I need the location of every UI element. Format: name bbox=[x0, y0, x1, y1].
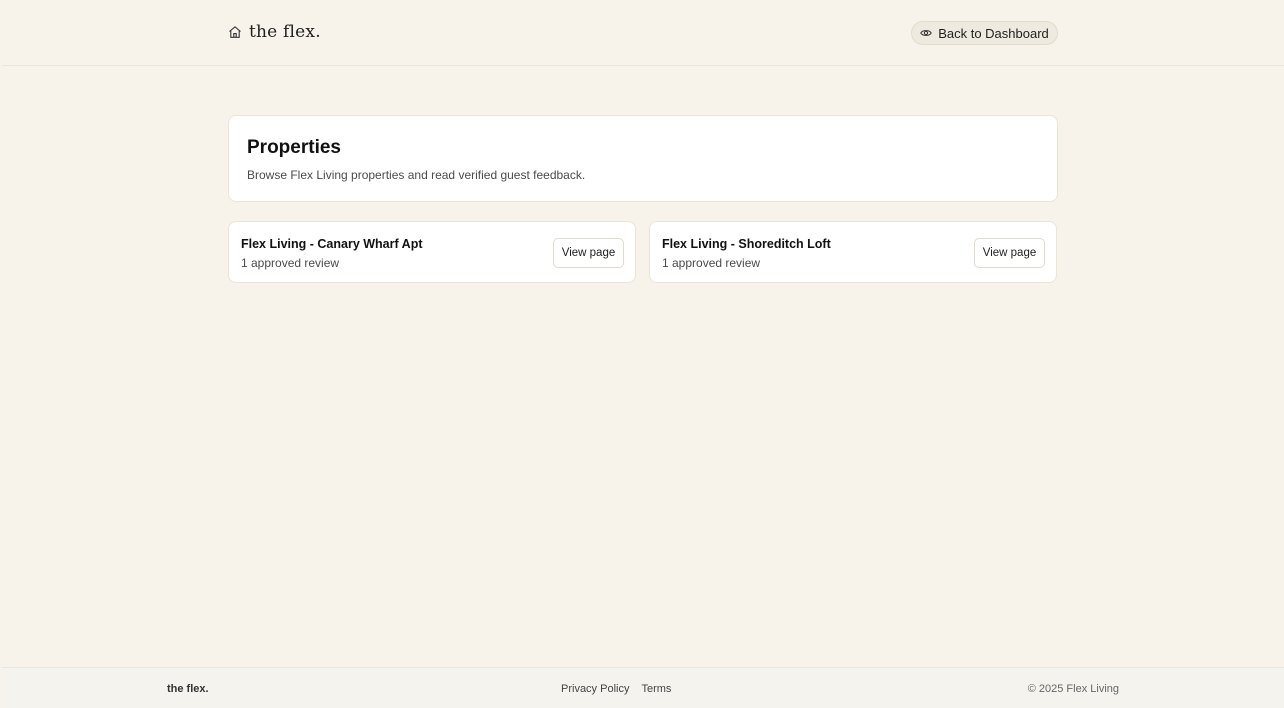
view-page-button[interactable]: View page bbox=[553, 238, 624, 268]
back-to-dashboard-button[interactable]: Back to Dashboard bbox=[911, 21, 1058, 45]
privacy-policy-link[interactable]: Privacy Policy bbox=[561, 683, 629, 695]
property-name: Flex Living - Canary Wharf Apt bbox=[241, 237, 423, 251]
brand-name: the flex. bbox=[249, 22, 321, 42]
property-review-count: 1 approved review bbox=[241, 256, 340, 270]
footer: the flex. Privacy Policy Terms © 2025 Fl… bbox=[2, 667, 1284, 708]
page-title: Properties bbox=[247, 137, 341, 158]
property-review-count: 1 approved review bbox=[662, 256, 761, 270]
back-to-dashboard-label: Back to Dashboard bbox=[938, 25, 1049, 41]
view-page-button[interactable]: View page bbox=[974, 238, 1045, 268]
footer-links: Privacy Policy Terms bbox=[561, 683, 671, 695]
page-subtitle: Browse Flex Living properties and read v… bbox=[247, 168, 586, 182]
property-card: Flex Living - Canary Wharf Apt 1 approve… bbox=[228, 221, 636, 283]
brand-link[interactable]: the flex. bbox=[228, 22, 321, 42]
footer-brand[interactable]: the flex. bbox=[167, 683, 209, 695]
property-name: Flex Living - Shoreditch Loft bbox=[662, 237, 831, 251]
eye-icon bbox=[920, 28, 932, 38]
page: the flex. Back to Dashboard Properties B… bbox=[2, 3, 1284, 708]
copyright: © 2025 Flex Living bbox=[1027, 683, 1119, 695]
home-icon bbox=[228, 25, 242, 39]
top-header: the flex. Back to Dashboard bbox=[2, 3, 1284, 66]
terms-link[interactable]: Terms bbox=[641, 683, 671, 695]
property-card: Flex Living - Shoreditch Loft 1 approved… bbox=[649, 221, 1057, 283]
properties-header-card: Properties Browse Flex Living properties… bbox=[228, 115, 1058, 202]
